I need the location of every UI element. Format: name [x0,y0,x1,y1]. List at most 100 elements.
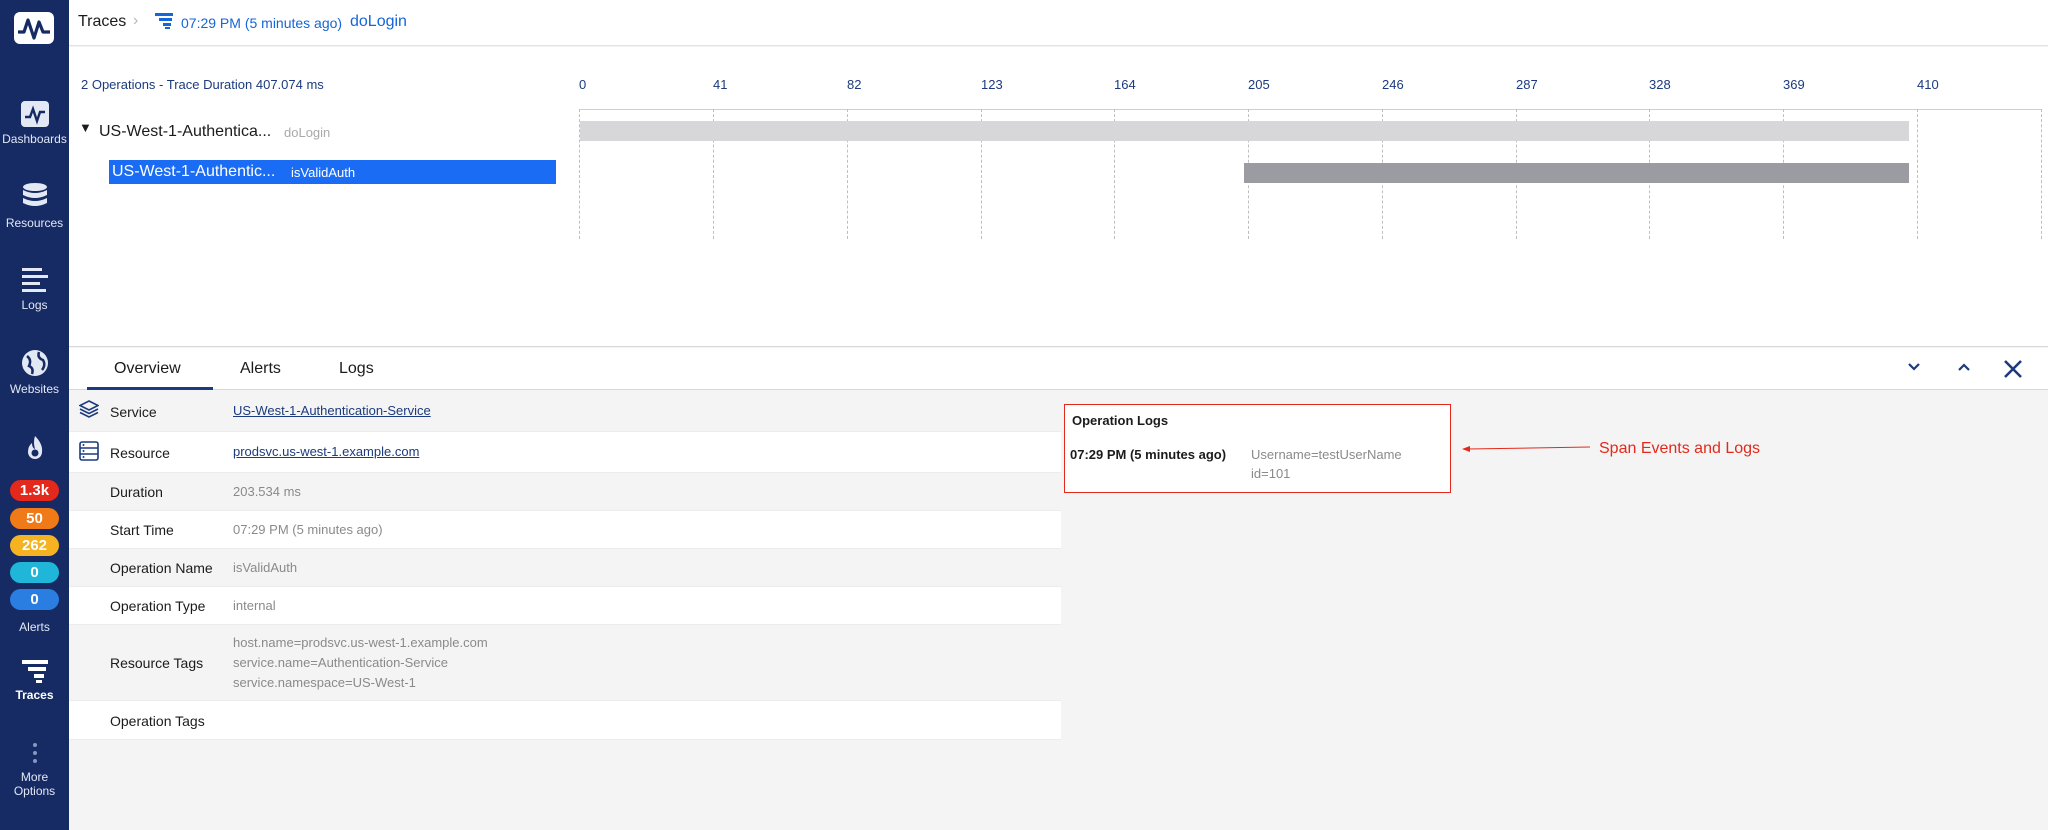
log-attribute: Username=testUserName [1251,447,1402,462]
detail-label: Resource Tags [110,655,204,671]
nav-logs-label: Logs [21,298,48,312]
resource-link[interactable]: prodsvc.us-west-1.example.com [233,442,419,462]
tick-label: 246 [1382,77,1404,92]
gridline [2041,109,2042,239]
annotation-label: Span Events and Logs [1599,440,1761,457]
span-details: Service US-West-1-Authentication-Service… [69,391,1061,740]
nav-websites-label: Websites [9,382,60,396]
detail-row-service: Service US-West-1-Authentication-Service [69,391,1061,432]
alert-badge-warning[interactable]: 262 [10,535,59,556]
detail-row-start-time: Start Time 07:29 PM (5 minutes ago) [69,511,1061,549]
resource-tag: service.name=Authentication-Service [233,655,448,670]
trace-timeline: 2 Operations - Trace Duration 407.074 ms… [69,47,2048,347]
detail-row-operation-tags: Operation Tags [69,701,1061,740]
nav-dashboards-label: Dashboards [2,132,67,146]
tick-label: 41 [713,77,728,92]
detail-label: Operation Tags [110,713,205,729]
span-service-name: US-West-1-Authentic... [112,163,276,180]
trace-icon [154,12,174,35]
close-icon[interactable] [2002,358,2024,385]
detail-label: Service [110,404,157,420]
tab-overview[interactable]: Overview [114,360,181,378]
chevron-down-icon[interactable] [1905,358,1923,381]
alert-badge-other[interactable]: 0 [10,589,59,610]
layers-icon [78,400,100,423]
detail-label: Resource [110,445,170,461]
nav-traces[interactable]: Traces [0,658,69,702]
more-vertical-icon [32,743,37,763]
nav-resources-label: Resources [5,216,64,230]
nav-resources[interactable]: Resources [0,182,69,230]
operation-logs-title: Operation Logs [1072,413,1169,428]
header-breadcrumb: Traces › 07:29 PM (5 minutes ago) doLogi… [69,0,2048,46]
detail-label: Start Time [110,522,174,538]
breadcrumb-traces[interactable]: Traces [78,13,126,31]
nav-alerts[interactable]: Alerts [0,616,69,634]
detail-row-duration: Duration 203.534 ms [69,473,1061,511]
chevron-up-icon[interactable] [1955,358,1973,381]
database-icon [22,183,47,206]
detail-row-resource-tags: Resource Tags host.name=prodsvc.us-west-… [69,625,1061,701]
detail-row-operation-name: Operation Name isValidAuth [69,549,1061,587]
tick-label: 123 [981,77,1003,92]
resource-tag: service.namespace=US-West-1 [233,675,416,690]
tick-label: 369 [1783,77,1805,92]
nav-alerts-label: Alerts [19,620,50,634]
alert-badge-info[interactable]: 0 [10,562,59,583]
timeline-axis [579,109,2041,110]
tick-label: 410 [1917,77,1939,92]
start-time-value: 07:29 PM (5 minutes ago) [233,522,383,537]
flame-icon [27,436,42,459]
breadcrumb-operation[interactable]: doLogin [350,13,407,31]
gridline [1917,109,1918,239]
operation-logs-panel: Operation Logs 07:29 PM (5 minutes ago) … [1064,404,1451,493]
detail-label: Operation Type [110,598,206,614]
tick-label: 287 [1516,77,1538,92]
detail-tabs: Overview Alerts Logs [69,348,2048,390]
traces-icon [21,660,48,683]
log-timestamp: 07:29 PM (5 minutes ago) [1070,447,1227,462]
span-bar-isvalidauth[interactable] [1244,163,1909,183]
resource-tag: host.name=prodsvc.us-west-1.example.com [233,635,488,650]
tick-label: 328 [1649,77,1671,92]
span-operation-name: isValidAuth [291,165,356,180]
detail-row-operation-type: Operation Type internal [69,587,1061,625]
chevron-right-icon: › [133,12,139,29]
active-tab-indicator [87,387,213,390]
service-link[interactable]: US-West-1-Authentication-Service [233,401,431,421]
nav-more-options-label: More Options [13,770,56,798]
operation-type-value: internal [233,598,276,613]
nav-alerts-flame[interactable] [0,434,69,462]
span-operation-name[interactable]: doLogin [284,125,330,140]
tick-label: 164 [1114,77,1136,92]
operation-name-value: isValidAuth [233,560,298,575]
nav-traces-label: Traces [15,688,54,702]
globe-icon [21,350,48,376]
detail-label: Operation Name [110,560,213,576]
span-row-selected[interactable]: US-West-1-Authentic... isValidAuth [109,160,556,184]
nav-logs[interactable]: Logs [0,266,69,312]
server-icon [79,441,99,466]
duration-value: 203.534 ms [233,484,301,499]
collapse-triangle-icon[interactable]: ▼ [79,120,92,135]
detail-label: Duration [110,484,163,500]
alert-badge-error[interactable]: 50 [10,508,59,529]
span-bar-dologin[interactable] [580,121,1909,141]
log-attribute: id=101 [1251,466,1291,481]
nav-dashboards[interactable]: Dashboards [0,100,69,146]
tab-logs[interactable]: Logs [339,360,374,378]
tick-label: 82 [847,77,862,92]
logo-icon[interactable] [12,8,56,48]
alert-badge-critical[interactable]: 1.3k [10,480,59,501]
logs-icon [21,268,48,292]
nav-websites[interactable]: Websites [0,348,69,396]
annotation-arrow [1462,446,1591,452]
dashboard-icon [20,101,49,127]
span-service-name[interactable]: US-West-1-Authentica... [99,123,271,141]
detail-row-resource: Resource prodsvc.us-west-1.example.com [69,432,1061,473]
tick-label: 0 [579,77,587,92]
tab-alerts[interactable]: Alerts [240,360,281,378]
breadcrumb-trace-time[interactable]: 07:29 PM (5 minutes ago) [181,15,342,31]
trace-summary: 2 Operations - Trace Duration 407.074 ms [81,77,324,92]
nav-more-options[interactable]: More Options [0,742,69,798]
